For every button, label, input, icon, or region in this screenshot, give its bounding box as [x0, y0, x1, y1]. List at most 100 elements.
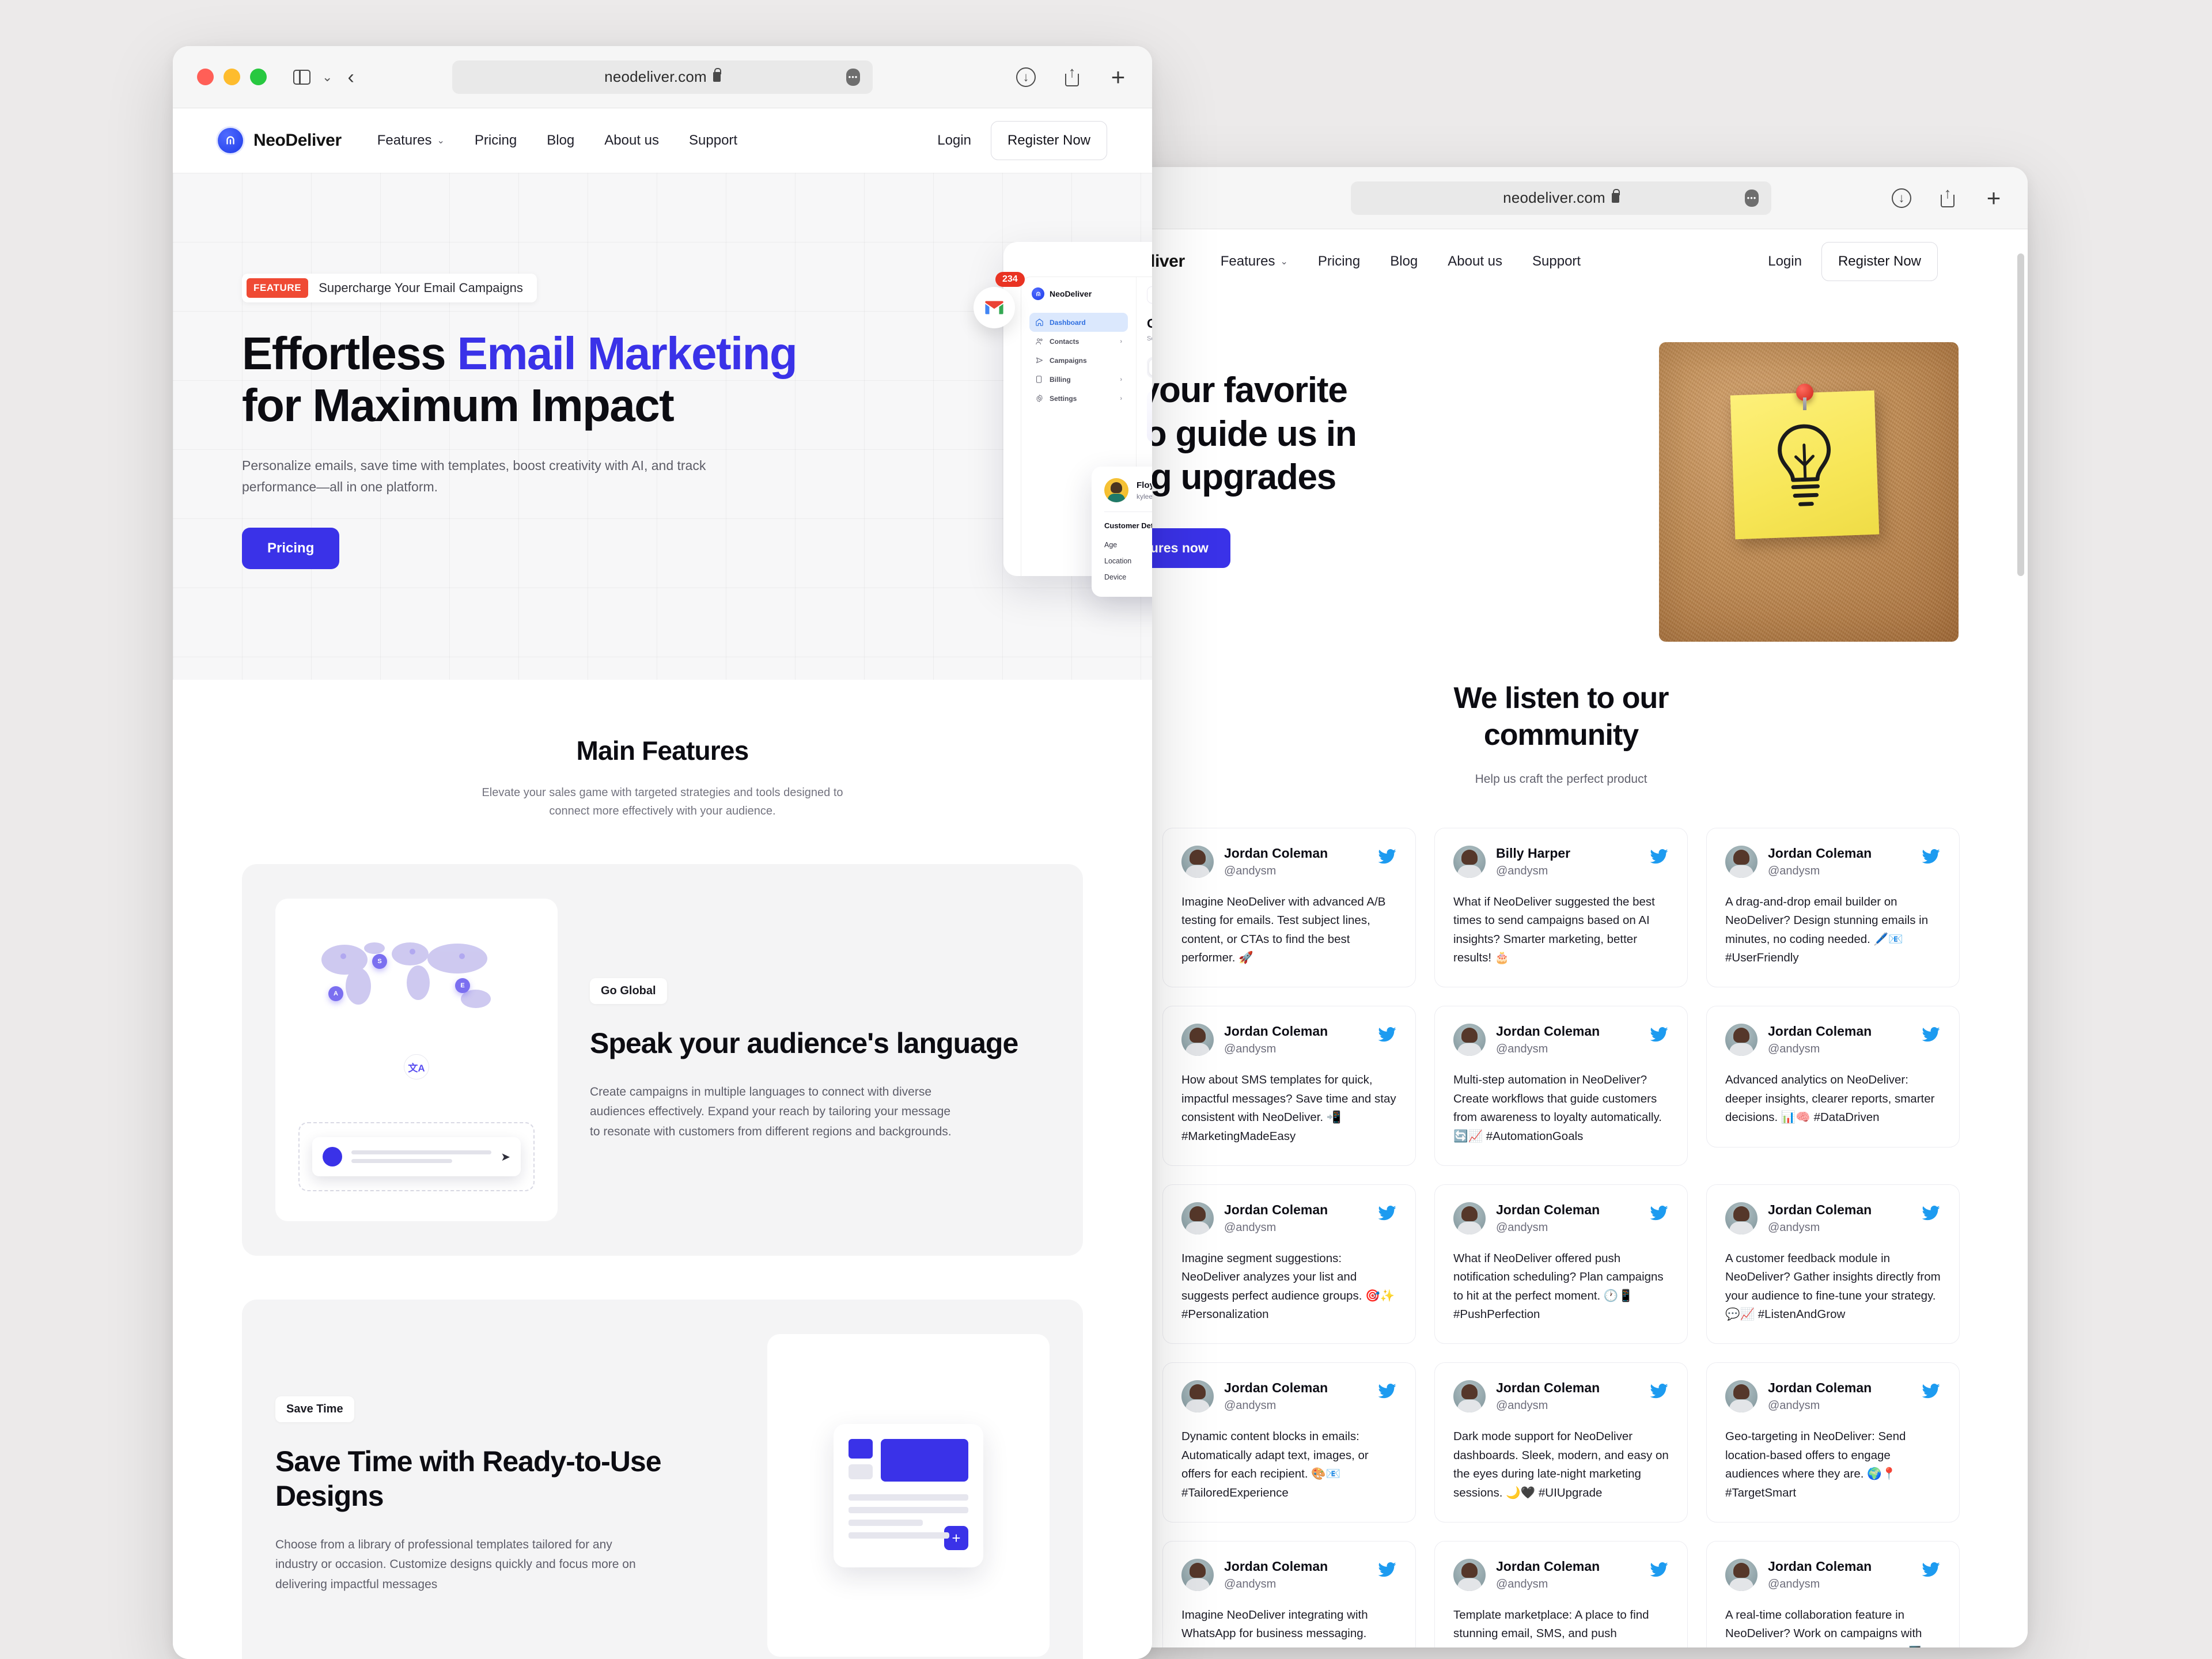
- hero-title-accent: Email Marketing: [457, 328, 798, 379]
- template-hero-block: [881, 1438, 968, 1482]
- tweet-card[interactable]: Jordan Coleman @andysm Imagine segment sug…: [1162, 1184, 1416, 1344]
- new-tab-icon[interactable]: [1108, 67, 1128, 87]
- tweet-card[interactable]: Jordan Coleman @andysm How about SMS templ…: [1162, 1006, 1416, 1166]
- tweet-author-name: Jordan Coleman: [1224, 1558, 1328, 1574]
- dashboard-nav-billing[interactable]: Billing ›: [1029, 370, 1128, 389]
- dashboard-nav-campaigns[interactable]: Campaigns: [1029, 351, 1128, 370]
- url-text: neodeliver.com: [604, 68, 707, 85]
- download-icon[interactable]: [1892, 188, 1911, 208]
- scrollbar-track[interactable]: [2017, 253, 2024, 1641]
- nav-item-features[interactable]: Features ⌄: [377, 132, 445, 149]
- back-arrow-icon[interactable]: ‹: [347, 67, 354, 87]
- tweet-body: Imagine NeoDeliver integrating with What…: [1181, 1608, 1368, 1647]
- tweet-card[interactable]: Billy Harper @andysm What if NeoDeliver su…: [1434, 827, 1688, 988]
- tweet-author: Jordan Coleman @andysm: [1224, 846, 1367, 878]
- browser-window-primary[interactable]: ⌄ ‹ neodeliver.com ••• NeoDeliver: [173, 46, 1152, 1659]
- tweet-card[interactable]: Jordan Coleman @andysm A real-time collabo…: [1706, 1540, 1960, 1647]
- twitter-icon: [1922, 1027, 1940, 1042]
- tweet-card[interactable]: Jordan Coleman @andysm Advanced analytics …: [1706, 1006, 1960, 1147]
- address-bar[interactable]: neodeliver.com •••: [452, 60, 873, 94]
- nav-item-about-us[interactable]: About us: [604, 132, 659, 149]
- tweet-card[interactable]: Jordan Coleman @andysm Template marketplac…: [1434, 1540, 1688, 1647]
- dashboard-nav-dashboard[interactable]: Dashboard: [1029, 313, 1128, 332]
- hero-section-features-vote: e on your favorite ture to guide us in r…: [1094, 294, 2028, 642]
- chevron-down-icon: ⌄: [437, 136, 445, 146]
- message-lines: [351, 1150, 492, 1163]
- zoom-window-button[interactable]: [250, 69, 267, 85]
- reader-icon[interactable]: •••: [846, 68, 860, 86]
- message-composer-preview: ➤: [312, 1137, 521, 1176]
- dashboard-nav-settings[interactable]: Settings ›: [1029, 389, 1128, 408]
- close-window-button[interactable]: [197, 69, 214, 85]
- tweet-author-handle: @andysm: [1224, 864, 1277, 877]
- browser-window-secondary[interactable]: neodeliver.com ••• NeoDeliver Features: [1094, 167, 2028, 1647]
- tweet-author-name: Jordan Coleman: [1768, 1024, 1872, 1039]
- minimize-window-button[interactable]: [224, 69, 240, 85]
- tweet-author-name: Jordan Coleman: [1496, 1380, 1600, 1396]
- feature-announcement-pill[interactable]: FEATURE Supercharge Your Email Campaigns: [242, 274, 537, 302]
- tweet-card[interactable]: Jordan Coleman @andysm Dark mode support f…: [1434, 1362, 1688, 1522]
- tweet-author: Billy Harper @andysm: [1496, 846, 1639, 878]
- download-icon[interactable]: [1016, 67, 1036, 87]
- tweet-author: Jordan Coleman @andysm: [1496, 1202, 1639, 1234]
- tweet-header: Jordan Coleman @andysm: [1453, 1024, 1669, 1056]
- detail-key: Age: [1104, 541, 1118, 549]
- feature-title: Save Time with Ready-to-Use Designs: [275, 1445, 662, 1513]
- tweet-header: Jordan Coleman @andysm: [1181, 845, 1397, 878]
- chevron-down-icon[interactable]: ⌄: [322, 70, 332, 84]
- nav-item-blog[interactable]: Blog: [547, 132, 574, 149]
- tweet-card[interactable]: Jordan Coleman @andysm A customer feedback…: [1706, 1184, 1960, 1344]
- tweet-author-name: Jordan Coleman: [1496, 1202, 1600, 1217]
- register-now-button[interactable]: Register Now: [990, 121, 1107, 160]
- hero-subtitle: Personalize emails, save time with templ…: [242, 457, 706, 495]
- share-icon[interactable]: [1062, 65, 1082, 87]
- tweet-card[interactable]: Jordan Coleman @andysm What if NeoDeliver …: [1434, 1184, 1688, 1344]
- twitter-icon: [1378, 1384, 1396, 1399]
- new-tab-icon[interactable]: [1984, 188, 2003, 208]
- tweet-author: Jordan Coleman @andysm: [1768, 846, 1911, 878]
- nav-item-support[interactable]: Support: [1532, 253, 1581, 270]
- dashboard-search-input[interactable]: Search: [1147, 286, 1152, 304]
- community-title: We listen to our community: [1400, 680, 1722, 754]
- window-traffic-lights[interactable]: [197, 69, 267, 85]
- tweet-author-handle: @andysm: [1224, 1399, 1277, 1412]
- address-bar[interactable]: neodeliver.com •••: [1351, 181, 1771, 215]
- nav-label: Campaigns: [1050, 356, 1087, 365]
- nav-item-support[interactable]: Support: [689, 132, 737, 149]
- nav-item-pricing[interactable]: Pricing: [1318, 253, 1360, 270]
- tweet-author: Jordan Coleman @andysm: [1768, 1380, 1911, 1412]
- share-icon[interactable]: [1938, 185, 1957, 208]
- tweet-card[interactable]: Jordan Coleman @andysm A drag-and-drop ema…: [1706, 827, 1960, 988]
- nav-item-blog[interactable]: Blog: [1390, 253, 1418, 270]
- avatar: [1104, 478, 1128, 502]
- dashboard-nav-contacts[interactable]: Contacts ›: [1029, 332, 1128, 351]
- nav-item-pricing[interactable]: Pricing: [475, 132, 517, 149]
- chevron-down-icon: ⌄: [1280, 257, 1288, 267]
- tweet-card[interactable]: Jordan Coleman @andysm Dynamic content blo…: [1162, 1362, 1416, 1522]
- tweet-author-handle: @andysm: [1768, 864, 1820, 877]
- tweet-card[interactable]: Jordan Coleman @andysm Imagine NeoDeliver …: [1162, 1540, 1416, 1647]
- login-link[interactable]: Login: [1768, 253, 1802, 270]
- tweet-card[interactable]: Jordan Coleman @andysm Geo-targeting in Ne…: [1706, 1362, 1960, 1522]
- nav-item-features[interactable]: Features ⌄: [1221, 253, 1288, 270]
- register-now-button[interactable]: Register Now: [1821, 242, 1938, 281]
- login-link[interactable]: Login: [937, 132, 971, 149]
- reader-icon[interactable]: •••: [1745, 189, 1759, 207]
- tweet-body: Advanced analytics on NeoDeliver: deeper…: [1725, 1073, 1935, 1124]
- tweet-author-name: Jordan Coleman: [1768, 845, 1872, 861]
- nav-label: Dashboard: [1050, 318, 1086, 327]
- tweet-card[interactable]: Jordan Coleman @andysm Multi-step automati…: [1434, 1006, 1688, 1166]
- scrollbar-thumb[interactable]: [2017, 253, 2024, 576]
- tweet-card[interactable]: Jordan Coleman @andysm Imagine NeoDeliver …: [1162, 827, 1416, 988]
- sidebar-toggle-icon[interactable]: [293, 69, 310, 85]
- pricing-button[interactable]: Pricing: [242, 528, 340, 570]
- avatar: [1725, 1380, 1758, 1413]
- customer-name: Floyd Miles: [1137, 480, 1152, 490]
- nav-item-about-us[interactable]: About us: [1448, 253, 1502, 270]
- avatar: [1725, 1024, 1758, 1056]
- avatar: [1181, 1380, 1214, 1413]
- brand-logo[interactable]: NeoDeliver: [218, 128, 342, 153]
- tab-email[interactable]: Email: [1149, 359, 1152, 376]
- avatar: [1725, 1558, 1758, 1591]
- avatar: [1181, 845, 1214, 878]
